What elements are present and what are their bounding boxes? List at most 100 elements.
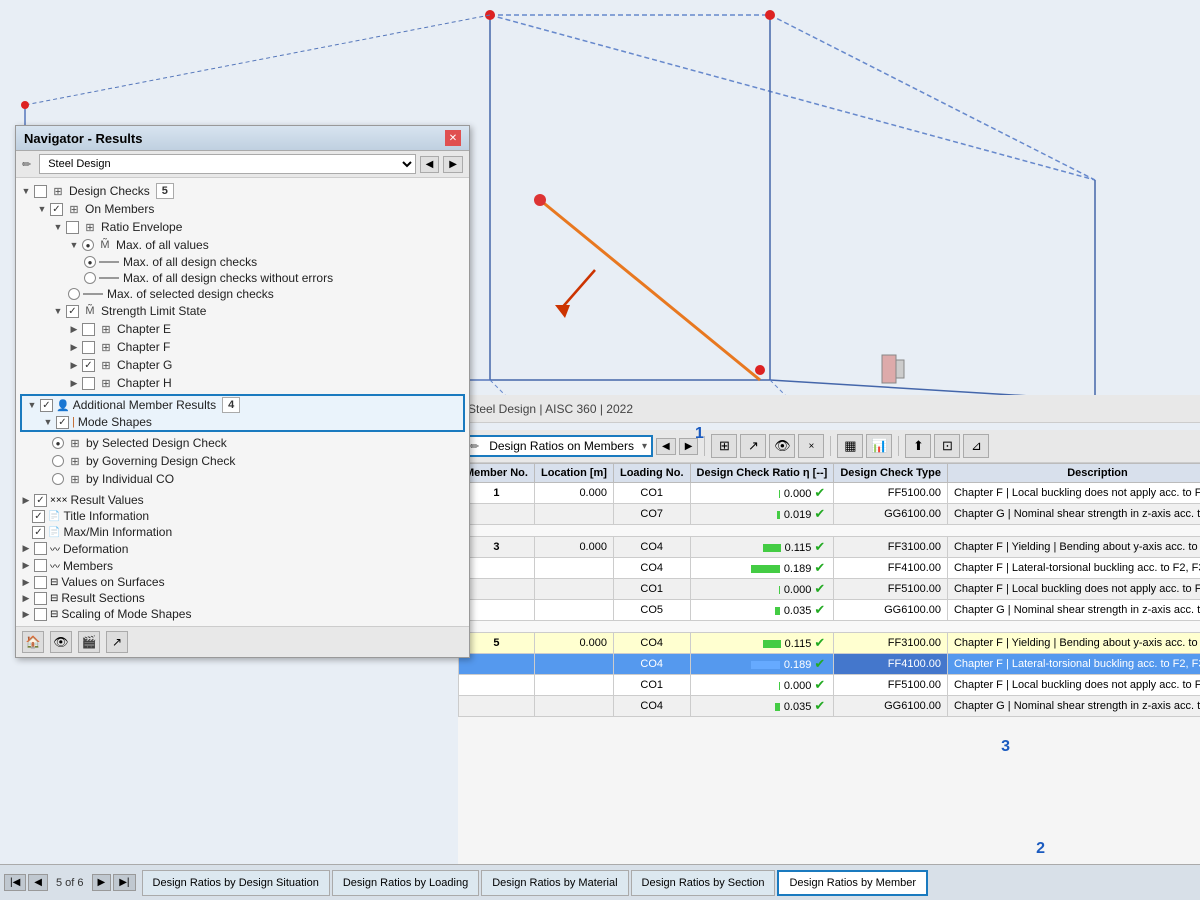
table-row[interactable]: CO4 0.035 ✔ GG6100.00 Chapter G | Nomina… xyxy=(459,696,1200,717)
checkbox-strength[interactable] xyxy=(66,305,79,318)
results-prev-btn[interactable]: ◀ xyxy=(656,438,676,455)
checkbox-on-members[interactable] xyxy=(50,203,63,216)
table-row[interactable]: CO7 0.019 ✔ GG6100.00 Chapter G | Nomina… xyxy=(459,504,1200,525)
nav-arrow-btn2[interactable]: ↗ xyxy=(106,631,128,653)
table-row[interactable]: 5 0.000 CO4 0.115 ✔ FF3100.00 Chapter F … xyxy=(459,633,1200,654)
table-row[interactable]: CO4 0.189 ✔ FF4100.00 Chapter F | Latera… xyxy=(459,558,1200,579)
tab-4[interactable]: Design Ratios by Member xyxy=(777,870,928,896)
tree-result-sections[interactable]: ▶ ⊟ Result Sections xyxy=(16,590,469,606)
radio-by-individual[interactable] xyxy=(52,473,64,485)
tree-values-surfaces[interactable]: ▶ ⊟ Values on Surfaces xyxy=(16,574,469,590)
checkbox-title[interactable] xyxy=(32,510,45,523)
table-btn[interactable]: ▦ xyxy=(837,434,863,458)
tree-max-all-dc[interactable]: Max. of all design checks xyxy=(16,254,469,270)
tree-max-all-values[interactable]: ▼ M̃ Max. of all values xyxy=(16,236,469,254)
cell-location: 0.000 xyxy=(534,633,613,654)
label-members: Members xyxy=(63,559,113,573)
checkbox-design-checks[interactable] xyxy=(34,185,47,198)
filter-select-btn[interactable]: ⊞ xyxy=(711,434,737,458)
radio-max-selected[interactable] xyxy=(68,288,80,300)
radio-by-governing[interactable] xyxy=(52,455,64,467)
tree-by-selected[interactable]: ⊞ by Selected Design Check xyxy=(16,434,469,452)
expand-deformation: ▶ xyxy=(20,543,32,554)
radio-by-selected[interactable] xyxy=(52,437,64,449)
chart-btn[interactable]: 📊 xyxy=(866,434,892,458)
tree-design-checks[interactable]: ▼ ⊞ Design Checks 5 xyxy=(16,182,469,200)
radio-max-no-errors[interactable] xyxy=(84,272,96,284)
tree-max-no-errors[interactable]: Max. of all design checks without errors xyxy=(16,270,469,286)
cell-loading: CO4 xyxy=(613,654,690,675)
tab-last-btn[interactable]: ▶| xyxy=(113,874,135,891)
xxx-btn[interactable]: × xyxy=(798,434,824,458)
tree-scaling[interactable]: ▶ ⊟ Scaling of Mode Shapes xyxy=(16,606,469,622)
tree-chapter-g[interactable]: ▶ ⊞ Chapter G xyxy=(16,356,469,374)
nav-dropdown[interactable]: Steel Design xyxy=(39,154,415,174)
checkbox-surfaces[interactable] xyxy=(34,576,47,589)
funnel-btn[interactable]: ⊡ xyxy=(934,434,960,458)
checkbox-result-sections[interactable] xyxy=(34,592,47,605)
tree-chapter-h[interactable]: ▶ ⊞ Chapter H xyxy=(16,374,469,392)
checkbox-maxmin[interactable] xyxy=(32,526,45,539)
tree-result-values[interactable]: ▶ ××× Result Values xyxy=(16,492,469,508)
tree-chapter-f[interactable]: ▶ ⊞ Chapter F xyxy=(16,338,469,356)
nav-camera-btn[interactable]: 🎬 xyxy=(78,631,100,653)
results-dropdown-box[interactable]: ✏ Design Ratios on Members ▾ xyxy=(464,435,653,457)
close-button[interactable]: ✕ xyxy=(445,130,461,146)
eye-btn[interactable]: 👁 xyxy=(769,434,795,458)
tree-deformation[interactable]: ▶ 〰 Deformation xyxy=(16,540,469,557)
checkbox-chapter-g[interactable] xyxy=(82,359,95,372)
cell-ratio: 0.035 ✔ xyxy=(690,696,834,717)
tab-2[interactable]: Design Ratios by Material xyxy=(481,870,628,896)
checkbox-result-values[interactable] xyxy=(34,494,47,507)
nav-prev-btn[interactable]: ◀ xyxy=(420,156,440,173)
nav-home-btn[interactable]: 🏠 xyxy=(22,631,44,653)
table-row[interactable]: CO1 0.000 ✔ FF5100.00 Chapter F | Local … xyxy=(459,579,1200,600)
icon-by-governing: ⊞ xyxy=(67,453,83,469)
export-btn[interactable]: ⬆ xyxy=(905,434,931,458)
tab-prev-btn[interactable]: ◀ xyxy=(28,874,48,891)
checkbox-deformation[interactable] xyxy=(34,542,47,555)
tree-ratio-envelope[interactable]: ▼ ⊞ Ratio Envelope xyxy=(16,218,469,236)
tree-by-individual-co[interactable]: ⊞ by Individual CO xyxy=(16,470,469,488)
checkbox-mode-shapes[interactable] xyxy=(56,416,69,429)
tree-maxmin[interactable]: 📄 Max/Min Information xyxy=(16,524,469,540)
checkbox-chapter-h[interactable] xyxy=(82,377,95,390)
tab-0[interactable]: Design Ratios by Design Situation xyxy=(142,870,330,896)
tree-members[interactable]: ▶ 〰 Members xyxy=(16,557,469,574)
table-row[interactable] xyxy=(459,621,1200,633)
tree-additional-member[interactable]: ▼ 👤 Additional Member Results 4 xyxy=(22,396,463,414)
nav-next-btn[interactable]: ▶ xyxy=(443,156,463,173)
tree-by-governing[interactable]: ⊞ by Governing Design Check xyxy=(16,452,469,470)
select-btn[interactable]: ↗ xyxy=(740,434,766,458)
filter2-btn[interactable]: ⊿ xyxy=(963,434,989,458)
tab-3[interactable]: Design Ratios by Section xyxy=(631,870,776,896)
tab-first-btn[interactable]: |◀ xyxy=(4,874,26,891)
label-chapter-g: Chapter G xyxy=(117,358,172,372)
checkbox-members[interactable] xyxy=(34,559,47,572)
table-row[interactable]: 3 0.000 CO4 0.115 ✔ FF3100.00 Chapter F … xyxy=(459,537,1200,558)
tree-mode-shapes[interactable]: ▼ | Mode Shapes xyxy=(22,414,463,430)
cell-description: Chapter F | Local buckling does not appl… xyxy=(947,483,1200,504)
checkbox-ratio-envelope[interactable] xyxy=(66,221,79,234)
checkbox-chapter-f[interactable] xyxy=(82,341,95,354)
tab-next-btn[interactable]: ▶ xyxy=(92,874,112,891)
table-row[interactable]: CO1 0.000 ✔ FF5100.00 Chapter F | Local … xyxy=(459,675,1200,696)
tree-max-selected[interactable]: Max. of selected design checks xyxy=(16,286,469,302)
tree-title-info[interactable]: 📄 Title Information xyxy=(16,508,469,524)
table-row[interactable] xyxy=(459,525,1200,537)
table-row[interactable]: CO4 0.189 ✔ FF4100.00 Chapter F | Latera… xyxy=(459,654,1200,675)
radio-max-all-values[interactable] xyxy=(82,239,94,251)
checkbox-chapter-e[interactable] xyxy=(82,323,95,336)
tree-strength-limit[interactable]: ▼ M̃ Strength Limit State xyxy=(16,302,469,320)
steeldesign-bar: Steel Design | AISC 360 | 2022 xyxy=(458,395,1200,423)
table-row[interactable]: 1 0.000 CO1 0.000 ✔ FF5100.00 Chapter F … xyxy=(459,483,1200,504)
checkbox-additional[interactable] xyxy=(40,399,53,412)
check-icon: ✔ xyxy=(814,602,825,617)
tab-1[interactable]: Design Ratios by Loading xyxy=(332,870,479,896)
checkbox-scaling[interactable] xyxy=(34,608,47,621)
nav-eye-btn[interactable]: 👁 xyxy=(50,631,72,653)
radio-max-all-dc[interactable] xyxy=(84,256,96,268)
table-row[interactable]: CO5 0.035 ✔ GG6100.00 Chapter G | Nomina… xyxy=(459,600,1200,621)
tree-on-members[interactable]: ▼ ⊞ On Members xyxy=(16,200,469,218)
tree-chapter-e[interactable]: ▶ ⊞ Chapter E xyxy=(16,320,469,338)
